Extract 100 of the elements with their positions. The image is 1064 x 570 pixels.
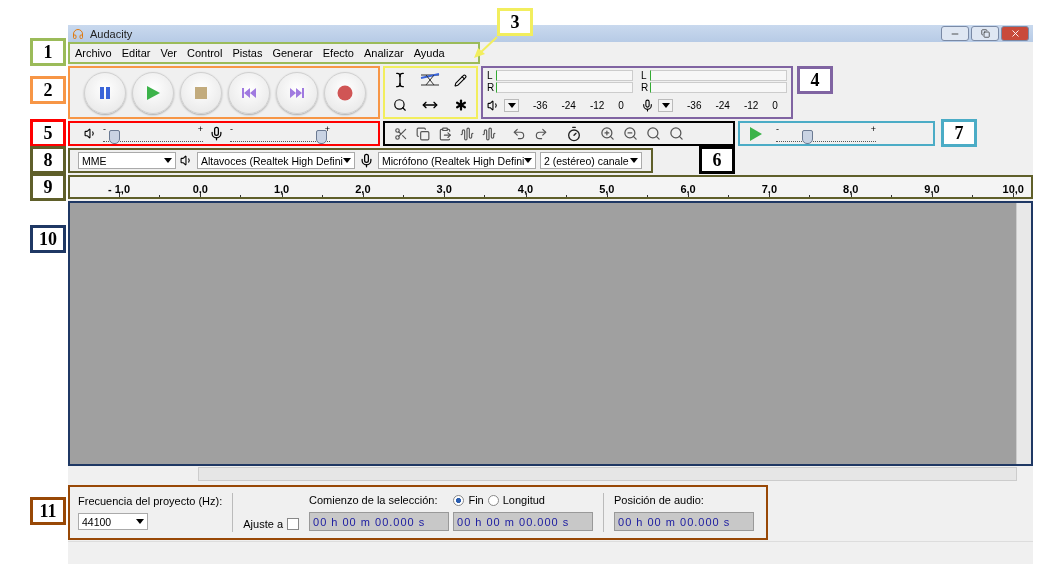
pause-icon: [98, 85, 112, 100]
output-device-dropdown[interactable]: Altavoces (Realtek High Defini: [197, 152, 355, 169]
window-title: Audacity: [90, 27, 133, 40]
callout-number: 3: [497, 8, 533, 36]
channel-label: R: [641, 81, 648, 93]
minimize-button[interactable]: [941, 26, 969, 41]
audio-position-label: Posición de audio:: [614, 494, 705, 506]
minus-mark: -: [103, 125, 106, 133]
envelope-icon: [419, 72, 442, 89]
menu-item[interactable]: Archivo: [70, 47, 117, 59]
menu-item[interactable]: Analizar: [358, 47, 409, 59]
meter-dropdown[interactable]: [504, 99, 519, 112]
ruler-label: - 1,0: [107, 183, 131, 195]
callout-number: 7: [941, 119, 977, 147]
menu-item[interactable]: Efecto: [317, 47, 359, 59]
skip-start-button[interactable]: [228, 71, 270, 114]
slider-track[interactable]: [776, 133, 876, 142]
play-button[interactable]: [132, 71, 174, 114]
rate-dropdown[interactable]: 44100: [78, 513, 148, 530]
meter-tick-label: 0: [772, 100, 778, 111]
caret-icon: [661, 103, 670, 108]
ruler-label: 6,0: [679, 183, 697, 195]
callout-number: 2: [30, 76, 66, 104]
ruler-label: 8,0: [842, 183, 860, 195]
caret-icon: [343, 158, 351, 163]
caret-icon: [524, 158, 532, 163]
radio-label: Longitud: [502, 494, 545, 506]
headphones-icon: [72, 27, 84, 40]
meter-tick-label: -24: [715, 100, 730, 111]
slider-thumb[interactable]: [802, 130, 813, 144]
callout-number: 10: [30, 225, 66, 253]
record-button[interactable]: [324, 71, 366, 114]
slider-track[interactable]: [230, 133, 330, 142]
vertical-scrollbar[interactable]: [1016, 203, 1031, 464]
input-device-dropdown[interactable]: Micrófono (Realtek High Defini: [378, 152, 536, 169]
menu-item[interactable]: Ver: [155, 47, 182, 59]
play-icon: [145, 84, 161, 101]
selection-start-label: Comienzo de la selección:: [309, 494, 438, 506]
plus-mark: +: [870, 125, 876, 133]
horizontal-scrollbar[interactable]: [198, 467, 1017, 481]
radio-button[interactable]: [453, 494, 465, 506]
slider-thumb[interactable]: [109, 130, 120, 144]
caret-icon: [507, 103, 516, 108]
slider-track[interactable]: [103, 133, 203, 142]
channels-dropdown[interactable]: 2 (estéreo) canale: [540, 152, 642, 169]
close-icon: [1009, 28, 1021, 39]
meter-tick-label: -12: [589, 100, 605, 111]
microphone-icon: [209, 126, 224, 141]
ruler-label: 2,0: [354, 183, 372, 195]
caret-icon: [164, 158, 172, 163]
speaker-icon: [180, 154, 193, 167]
speaker-icon: [487, 99, 500, 112]
menu-item[interactable]: Ayuda: [408, 47, 450, 59]
skip-end-icon: [289, 85, 305, 100]
host-dropdown[interactable]: MME: [78, 152, 176, 169]
time-field[interactable]: 00 h 00 m 00.000 s: [453, 512, 594, 531]
meter-tick-label: 0: [618, 100, 624, 111]
record-icon: [337, 84, 353, 101]
callout-number: 9: [30, 173, 66, 201]
snap-label: Ajuste a: [243, 518, 284, 530]
skip-start-icon: [241, 85, 257, 100]
ruler-label: 4,0: [516, 183, 535, 195]
time-field[interactable]: 00 h 00 m 00.000 s: [309, 512, 450, 531]
slider-thumb[interactable]: [316, 130, 327, 144]
magnifier-icon: [393, 97, 408, 112]
menu-item[interactable]: Generar: [267, 47, 318, 59]
play-icon: [749, 125, 763, 142]
time-field[interactable]: 00 h 00 m 00.000 s: [614, 512, 755, 531]
callout-number: 11: [30, 497, 66, 525]
menu-item[interactable]: Control: [181, 47, 228, 59]
meter-dropdown[interactable]: [658, 99, 673, 112]
plus-mark: +: [324, 125, 330, 133]
speaker-icon: [84, 127, 97, 140]
ruler-label: 10,0: [1001, 183, 1025, 195]
snap-checkbox[interactable]: [287, 518, 300, 530]
menu-item[interactable]: Editar: [116, 47, 156, 59]
close-button[interactable]: [1001, 26, 1029, 41]
callout-number: 4: [797, 66, 833, 94]
callout-number: 8: [30, 146, 66, 174]
ruler-label: 7,0: [760, 183, 779, 195]
caret-icon: [630, 158, 638, 163]
meter-tick-label: -12: [743, 100, 759, 111]
restore-button[interactable]: [971, 26, 999, 41]
pencil-icon: [454, 73, 468, 87]
meter-tick-label: -36: [687, 100, 702, 111]
ruler-label: 5,0: [598, 183, 616, 195]
skip-end-button[interactable]: [276, 71, 318, 114]
microphone-icon: [641, 99, 654, 112]
pause-button[interactable]: [84, 71, 126, 114]
callout-number: 6: [699, 146, 735, 174]
radio-button[interactable]: [487, 494, 499, 506]
radio-label: Fin: [468, 494, 484, 506]
plus-mark: +: [197, 125, 203, 133]
callout-number: 1: [30, 38, 66, 66]
meter-tick-label: -36: [533, 100, 548, 111]
caret-icon: [136, 519, 144, 524]
channel-label: L: [487, 69, 494, 81]
restore-icon: [980, 29, 990, 38]
menu-item[interactable]: Pistas: [227, 47, 268, 59]
minus-mark: -: [230, 125, 233, 133]
